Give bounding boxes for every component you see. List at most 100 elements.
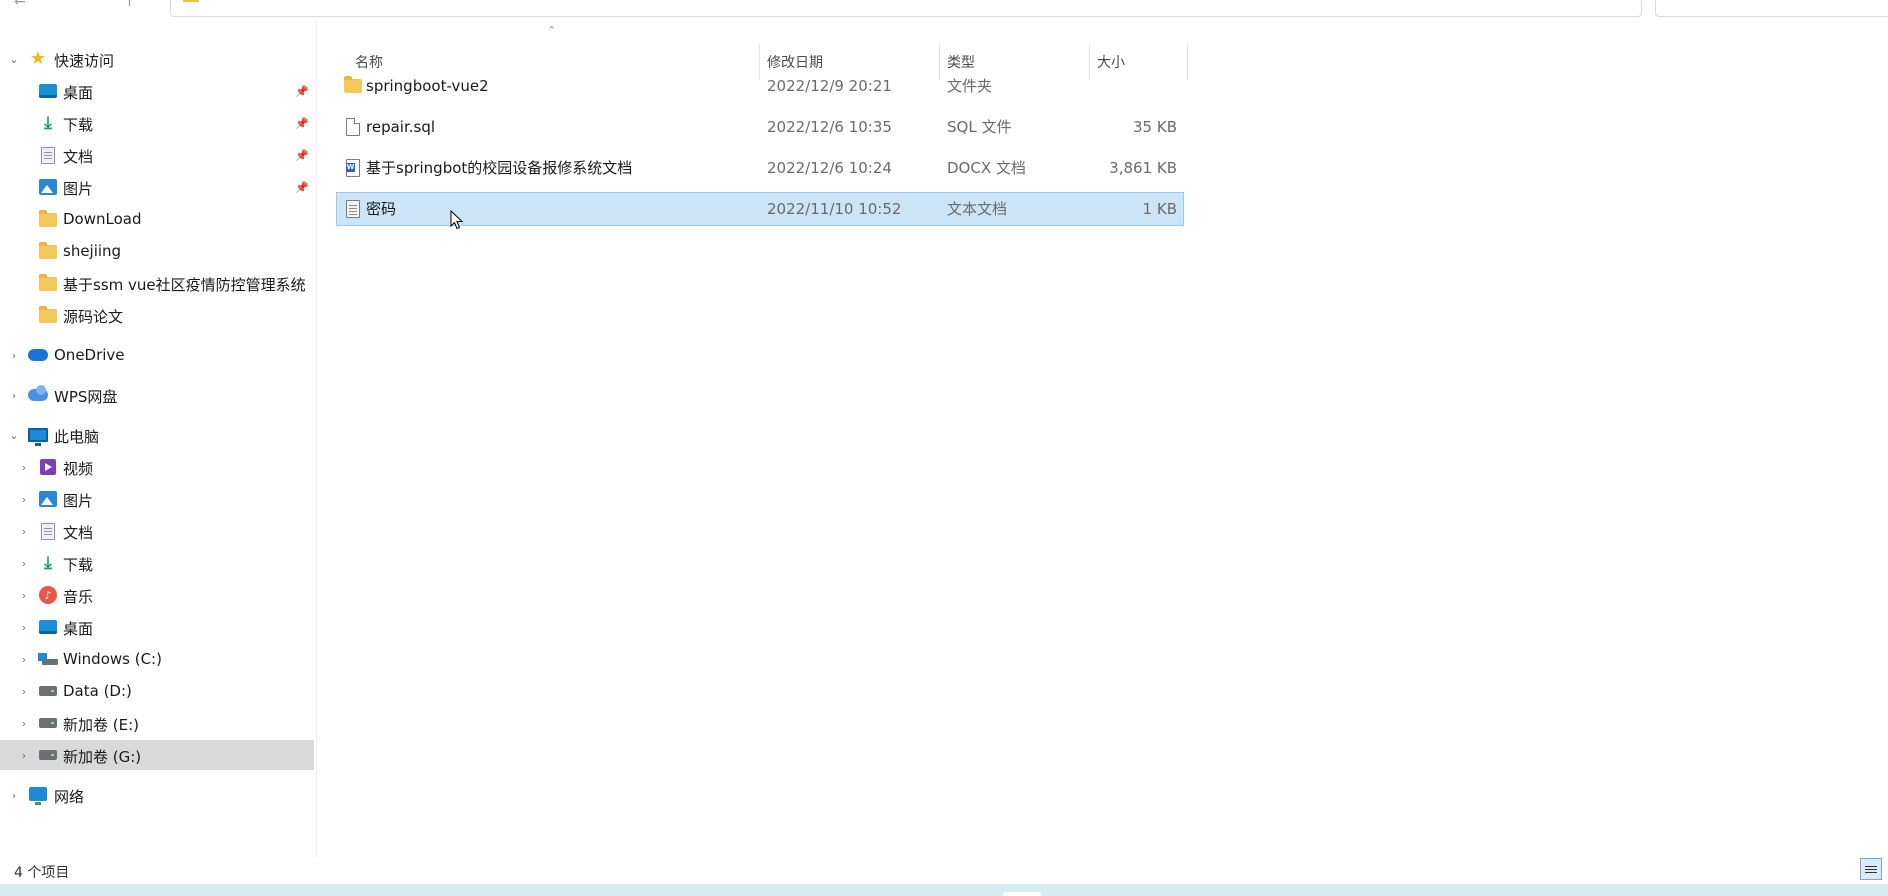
folder-icon [38, 274, 58, 294]
address-bar[interactable]: ↻ [170, 0, 1642, 17]
file-size: 35 KB [1133, 118, 1177, 136]
folder-icon [38, 210, 58, 230]
chevron-right-icon[interactable]: › [8, 789, 20, 802]
nav-label: 网络 [54, 788, 85, 806]
network-icon [28, 784, 48, 805]
chevron-right-icon[interactable]: › [18, 589, 30, 602]
file-row[interactable]: repair.sql 2022/12/6 10:35 SQL 文件 35 KB [337, 111, 1183, 143]
nav-label: Windows (C:) [63, 650, 162, 668]
details-view-button[interactable] [1860, 858, 1882, 880]
file-modified: 2022/11/10 10:52 [767, 200, 902, 218]
drive-icon [38, 745, 58, 765]
text-file-icon [343, 199, 363, 219]
nav-quick-access[interactable]: ⌄ ★ 快速访问 [0, 44, 314, 74]
nav-network[interactable]: › 网络 [0, 780, 314, 810]
nav-label: 视频 [63, 460, 94, 478]
file-size: 3,861 KB [1109, 159, 1177, 177]
nav-item-pc-documents[interactable]: › 文档 [0, 516, 314, 546]
nav-item-ssm-project[interactable]: 基于ssm vue社区疫情防控管理系统 [0, 268, 314, 298]
nav-label: 图片 [63, 492, 94, 510]
document-icon [38, 521, 58, 541]
nav-item-pc-desktop[interactable]: › 桌面 [0, 612, 314, 642]
file-row[interactable]: springboot-vue2 2022/12/9 20:21 文件夹 [337, 70, 1183, 102]
nav-label: WPS网盘 [54, 388, 118, 406]
nav-item-documents[interactable]: 文档 📌 [0, 140, 314, 170]
chevron-right-icon[interactable]: › [18, 493, 30, 506]
star-icon: ★ [29, 48, 47, 69]
chevron-right-icon[interactable]: › [18, 621, 30, 634]
nav-item-downloads[interactable]: ⤓ 下载 📌 [0, 108, 314, 138]
chevron-right-icon[interactable]: › [18, 717, 30, 730]
chevron-right-icon[interactable]: › [18, 525, 30, 538]
status-bar: 4 个项目 [0, 858, 1888, 884]
pictures-icon [38, 489, 58, 509]
chevron-right-icon[interactable]: › [8, 349, 20, 362]
file-type: 文本文档 [947, 200, 1008, 218]
nav-item-drive-d[interactable]: › Data (D:) [0, 676, 314, 706]
chevron-right-icon[interactable]: › [18, 685, 30, 698]
chevron-down-icon[interactable]: ⌄ [8, 429, 20, 442]
folder-icon [38, 306, 58, 326]
nav-label: Data (D:) [63, 682, 132, 700]
nav-label: 下载 [63, 556, 94, 574]
chevron-right-icon[interactable]: › [18, 653, 30, 666]
nav-label: 此电脑 [54, 428, 100, 446]
chevron-down-icon[interactable]: ⌄ [8, 53, 20, 66]
pin-icon: 📌 [295, 84, 309, 98]
nav-item-source-thesis[interactable]: 源码论文 [0, 300, 314, 330]
nav-item-videos[interactable]: › 视频 [0, 452, 314, 482]
nav-label: 图片 [63, 180, 94, 198]
column-label: 大小 [1097, 55, 1125, 71]
pictures-icon [38, 177, 58, 197]
nav-item-drive-g[interactable]: › 新加卷 (G:) [0, 740, 314, 770]
column-label: 名称 [355, 55, 383, 71]
chevron-right-icon[interactable]: › [8, 389, 20, 402]
navigation-arrows-icon[interactable]: ← ↑ [14, 0, 135, 10]
nav-item-drive-c[interactable]: › Windows (C:) [0, 644, 314, 674]
chevron-right-icon[interactable]: › [18, 557, 30, 570]
file-modified: 2022/12/9 20:21 [767, 77, 892, 95]
search-box[interactable]: ⌕ [1655, 0, 1888, 17]
taskbar [0, 884, 1888, 896]
chevron-right-icon[interactable]: › [18, 749, 30, 762]
nav-this-pc[interactable]: ⌄ 此电脑 [0, 420, 314, 450]
nav-label: 音乐 [63, 588, 94, 606]
pin-icon: 📌 [295, 148, 309, 162]
file-name: springboot-vue2 [366, 77, 489, 95]
nav-label: shejiing [63, 242, 122, 260]
nav-item-shejiing[interactable]: shejiing [0, 236, 314, 266]
desktop-icon [38, 81, 58, 101]
pin-icon: 📌 [295, 180, 309, 194]
item-count: 4 个项目 [14, 865, 70, 881]
navigation-pane: ⌄ ★ 快速访问 桌面 📌 ⤓ 下载 📌 文档 📌 图片 📌 DownLoad … [0, 36, 316, 858]
nav-wps[interactable]: › WPS网盘 [0, 380, 314, 410]
nav-item-download-folder[interactable]: DownLoad [0, 204, 314, 234]
chevron-right-icon[interactable]: › [18, 461, 30, 474]
nav-label: 基于ssm vue社区疫情防控管理系统 [63, 276, 306, 294]
file-name: 密码 [366, 200, 397, 218]
nav-label: 文档 [63, 524, 94, 542]
download-icon: ⤓ [44, 552, 52, 573]
onedrive-icon [28, 345, 48, 365]
file-row[interactable]: 基于springbot的校园设备报修系统文档 2022/12/6 10:24 D… [337, 152, 1183, 184]
details-view-icon [1865, 868, 1877, 870]
column-divider[interactable] [1187, 44, 1188, 80]
document-icon [38, 145, 58, 165]
nav-item-pc-pictures[interactable]: › 图片 [0, 484, 314, 514]
desktop-icon [38, 617, 58, 637]
folder-icon [38, 242, 58, 262]
nav-item-drive-e[interactable]: › 新加卷 (E:) [0, 708, 314, 738]
folder-icon [343, 76, 363, 96]
file-modified: 2022/12/6 10:24 [767, 159, 892, 177]
nav-item-pictures[interactable]: 图片 📌 [0, 172, 314, 202]
refresh-icon[interactable]: ↻ [1615, 0, 1627, 4]
file-type: 文件夹 [947, 77, 993, 95]
nav-item-pc-downloads[interactable]: › ⤓ 下载 [0, 548, 314, 578]
address-toolbar: ← ↑ ↻ ⌕ [0, 0, 1888, 20]
nav-item-music[interactable]: › ♪ 音乐 [0, 580, 314, 610]
nav-item-desktop[interactable]: 桌面 📌 [0, 76, 314, 106]
nav-onedrive[interactable]: › OneDrive [0, 340, 314, 370]
nav-label: 桌面 [63, 84, 94, 102]
computer-icon [28, 425, 48, 446]
video-icon [38, 457, 58, 477]
